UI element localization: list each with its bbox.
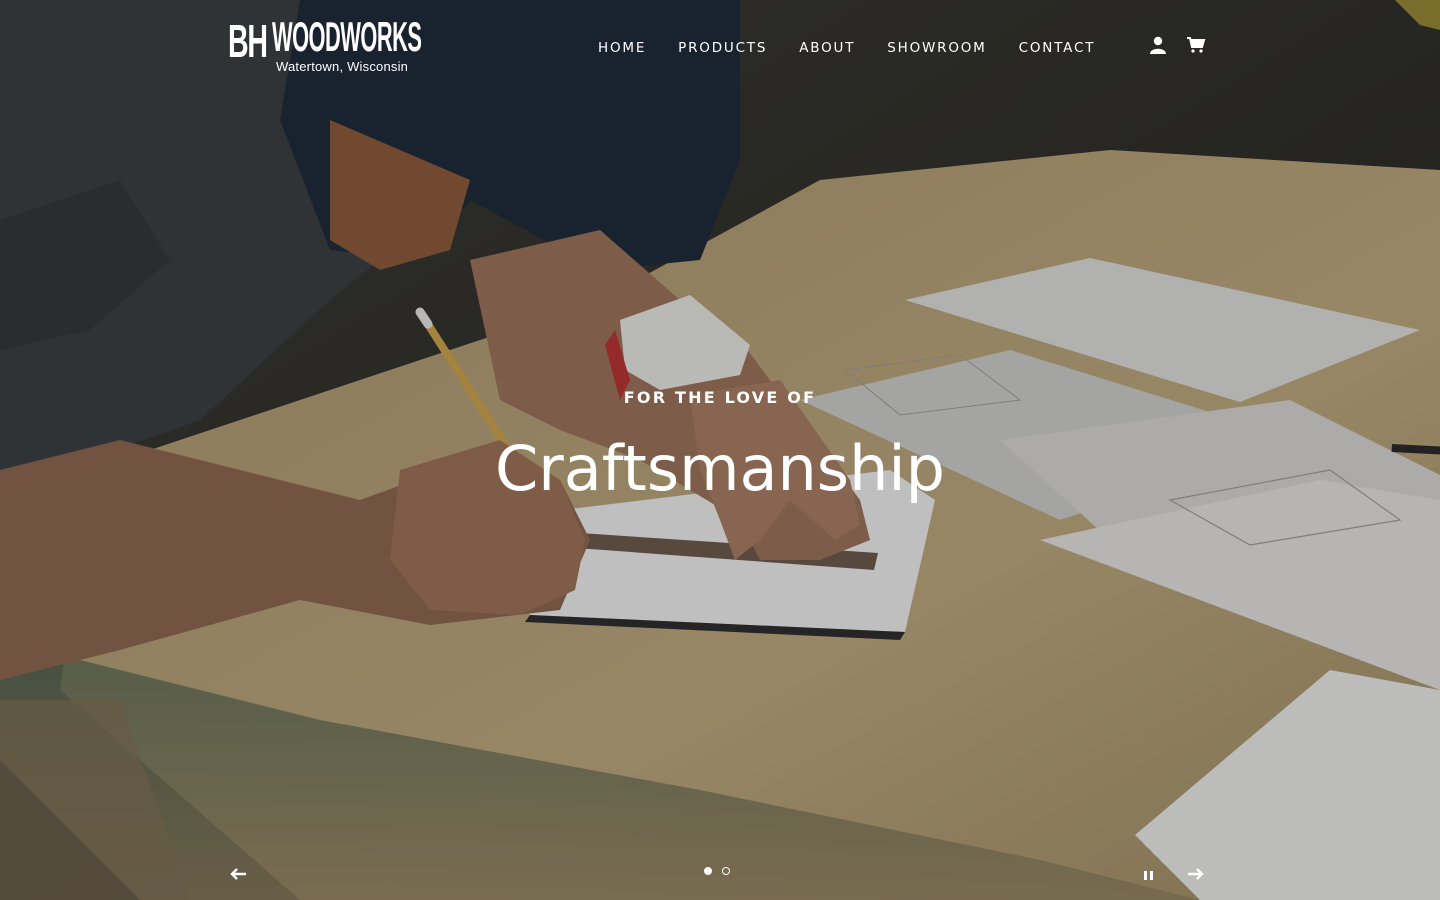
user-icon[interactable] [1148,35,1168,60]
logo-location: Watertown, Wisconsin [276,59,409,74]
header-icons [1148,35,1224,60]
logo-mark: BH [228,15,268,67]
slide-dot-1[interactable] [704,867,712,875]
slide-dots [704,867,740,875]
pause-icon[interactable] [1138,864,1160,886]
slide-dot-2[interactable] [722,867,730,875]
nav-item-home[interactable]: HOME [598,38,646,58]
nav-item-showroom[interactable]: SHOWROOM [887,38,986,58]
cart-icon[interactable] [1186,35,1206,60]
logo-wordmark: WOODWORKS [272,13,422,60]
nav-item-about[interactable]: ABOUT [799,38,855,58]
hero-headline: Craftsmanship [495,432,945,505]
arrow-left-icon[interactable] [226,862,250,886]
hero-kicker: FOR THE LOVE OF [623,388,817,407]
brand-logo[interactable]: BH WOODWORKS Watertown, Wisconsin [228,13,422,78]
hero-slideshow: BH WOODWORKS Watertown, Wisconsin HOME P… [0,0,1440,900]
main-navigation: HOME PRODUCTS ABOUT SHOWROOM CONTACT [582,38,1111,58]
nav-item-contact[interactable]: CONTACT [1019,38,1096,58]
nav-item-products[interactable]: PRODUCTS [678,38,767,58]
arrow-right-icon[interactable] [1184,862,1208,886]
